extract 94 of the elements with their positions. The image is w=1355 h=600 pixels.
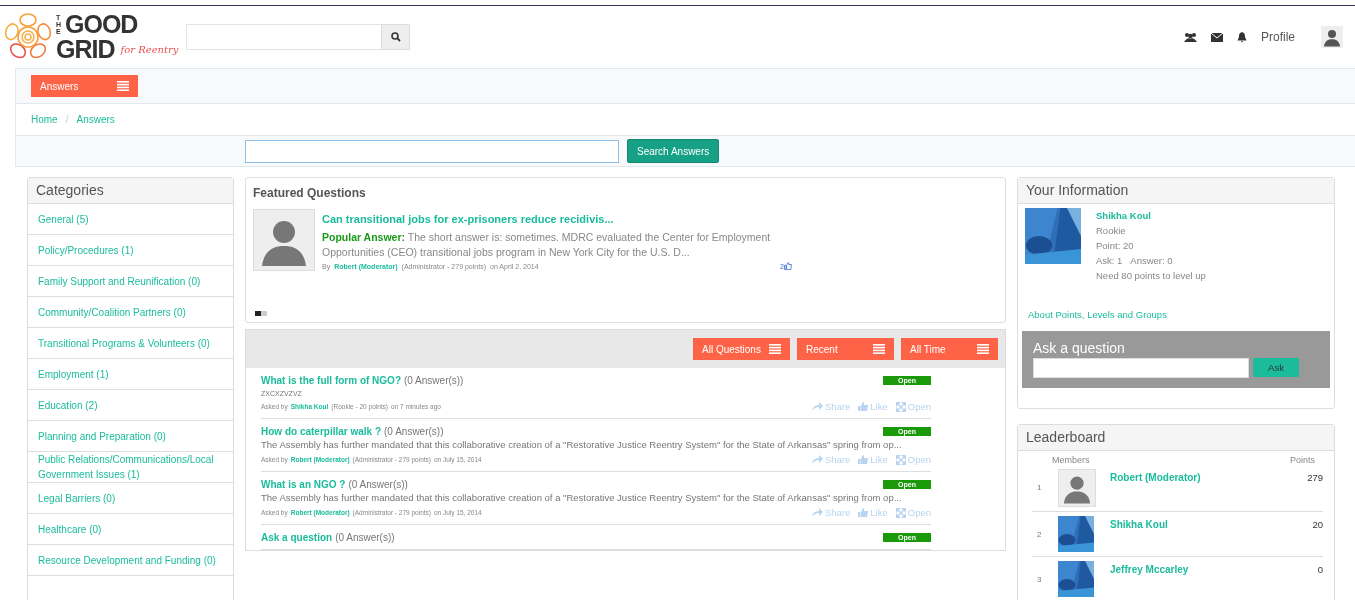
breadcrumb-link[interactable]: Home [31,114,58,125]
filter-dropdown[interactable]: All Time [901,338,998,360]
expand-icon [895,507,906,518]
action-link[interactable]: Open [895,507,931,518]
search-field[interactable] [186,24,382,50]
filter-dropdown[interactable]: Recent [797,338,894,360]
user-silhouette-icon[interactable] [1321,26,1343,48]
column-header: Points [1290,455,1315,465]
question-body: The Assembly has further mandated that this collaborative creation of a "Restorative Justice Reentry System" for the State of Arkansas" spring from op... [261,439,903,450]
user-name-link[interactable]: Shikha Koul [1096,210,1151,221]
panel-title: Your Information [1018,178,1334,204]
points-value: 279 [1306,472,1323,483]
thumbs-up-icon [858,402,869,411]
search-button[interactable] [381,24,411,50]
action-link[interactable]: Share [811,401,851,412]
rank-number: 3 [1037,575,1043,584]
user-points: Point: 20 [1096,239,1135,253]
bell-icon[interactable] [1237,31,1247,43]
user-silhouette-icon [1058,469,1096,507]
action-link[interactable]: Open [895,454,931,465]
ask-count: Ask: 1 [1096,255,1123,266]
breadcrumb-separator: / [65,114,69,125]
share-icon [811,455,823,464]
member-link[interactable]: Robert (Moderator) [1110,472,1283,483]
share-icon [811,402,823,411]
rank-number: 1 [1037,483,1043,492]
search-icon [390,32,401,42]
users-icon[interactable] [1184,31,1197,43]
share-icon [811,508,823,517]
section-title: Featured Questions [253,186,367,200]
expand-icon [895,454,906,465]
user-level: Rookie [1096,224,1127,238]
category-link[interactable]: Legal Barriers (0) [38,490,116,506]
action-link[interactable]: Like [858,454,888,465]
action-link[interactable]: Share [811,507,851,518]
question-link[interactable]: What is an NGO ? [261,479,346,490]
category-link[interactable]: General (5) [38,211,89,227]
question-link[interactable]: How do caterpillar walk ? [261,426,382,437]
category-link[interactable]: Planning and Preparation (0) [38,428,166,444]
ask-button[interactable]: Ask [1253,358,1299,377]
search-answers-button[interactable]: Search Answers [627,139,720,163]
action-link[interactable]: Like [858,401,888,412]
action-link[interactable]: Like [858,507,888,518]
points-value: 0 [1316,564,1323,575]
logo-tagline: for Reentry [120,44,179,55]
list-icon [117,81,129,91]
points-value: 20 [1311,519,1323,530]
answers-menu-button[interactable]: Answers [31,75,138,97]
answer-count: (0 Answer(s)) [384,426,444,437]
breadcrumb-link[interactable]: Answers [76,114,115,125]
question-body: The Assembly has further mandated that this collaborative creation of a "Restorative Justice Reentry System" for the State of Arkansas" spring from op... [261,492,903,503]
answer-count: Answer: 0 [1130,255,1173,266]
category-link[interactable]: Resource Development and Funding (0) [38,552,216,568]
action-link[interactable]: Share [811,454,851,465]
category-link[interactable]: Education (2) [38,397,98,413]
answer-count: (0 Answer(s)) [335,532,395,543]
filter-dropdown[interactable]: All Questions [693,338,790,360]
answer-count: (0 Answer(s)) [404,375,464,386]
category-link[interactable]: Public Relations/Communications/Local Government Issues (1) [38,452,223,482]
panel-title: Categories [28,178,233,204]
logo-text: GOOD [65,12,138,37]
column-header: Members [1052,455,1090,465]
list-icon [977,344,989,354]
question-link[interactable]: Ask a question [261,532,333,543]
category-link[interactable]: Transitional Programs & Volunteers (0) [38,335,210,351]
list-icon [769,344,781,354]
rank-number: 2 [1037,530,1043,539]
question-link[interactable]: What is the full form of NGO? [261,375,401,386]
answer-search-field[interactable] [245,139,619,163]
action-link[interactable]: Open [895,401,931,412]
category-link[interactable]: Healthcare (0) [38,521,102,537]
thumbs-up-icon [858,455,869,464]
question-link[interactable]: Can transitional jobs for ex-prisoners reduce recidivis... [322,213,614,225]
answer-count: (0 Answer(s)) [348,479,408,490]
question-field[interactable] [1033,358,1249,378]
category-link[interactable]: Employment (1) [38,366,109,382]
thumbs-up-icon [784,262,792,270]
profile-link[interactable]: Profile [1261,30,1295,44]
category-link[interactable]: Policy/Procedures (1) [38,242,134,258]
logo-text: GRID [56,37,115,62]
list-icon [873,344,885,354]
member-link[interactable]: Shikha Koul [1110,519,1283,530]
category-link[interactable]: Community/Coalition Partners (0) [38,304,186,320]
member-link[interactable]: Jeffrey Mccarley [1110,564,1283,575]
thumbs-up-icon [858,508,869,517]
ask-title: Ask a question [1033,340,1126,356]
answer-excerpt: Popular Answer: The short answer is: sometimes. MDRC evaluated the Center for Employment Opportunities (CEO) transitional jobs program in New York City for the U.S. D... [322,230,772,260]
user-silhouette-icon [253,209,315,271]
category-link[interactable]: Family Support and Reunification (0) [38,273,201,289]
expand-icon [895,401,906,412]
level-up-note: Need 80 points to level up [1096,269,1206,283]
panel-title: Leaderboard [1018,425,1334,451]
mail-icon[interactable] [1211,32,1223,42]
about-points-link[interactable]: About Points, Levels and Groups [1028,309,1326,320]
